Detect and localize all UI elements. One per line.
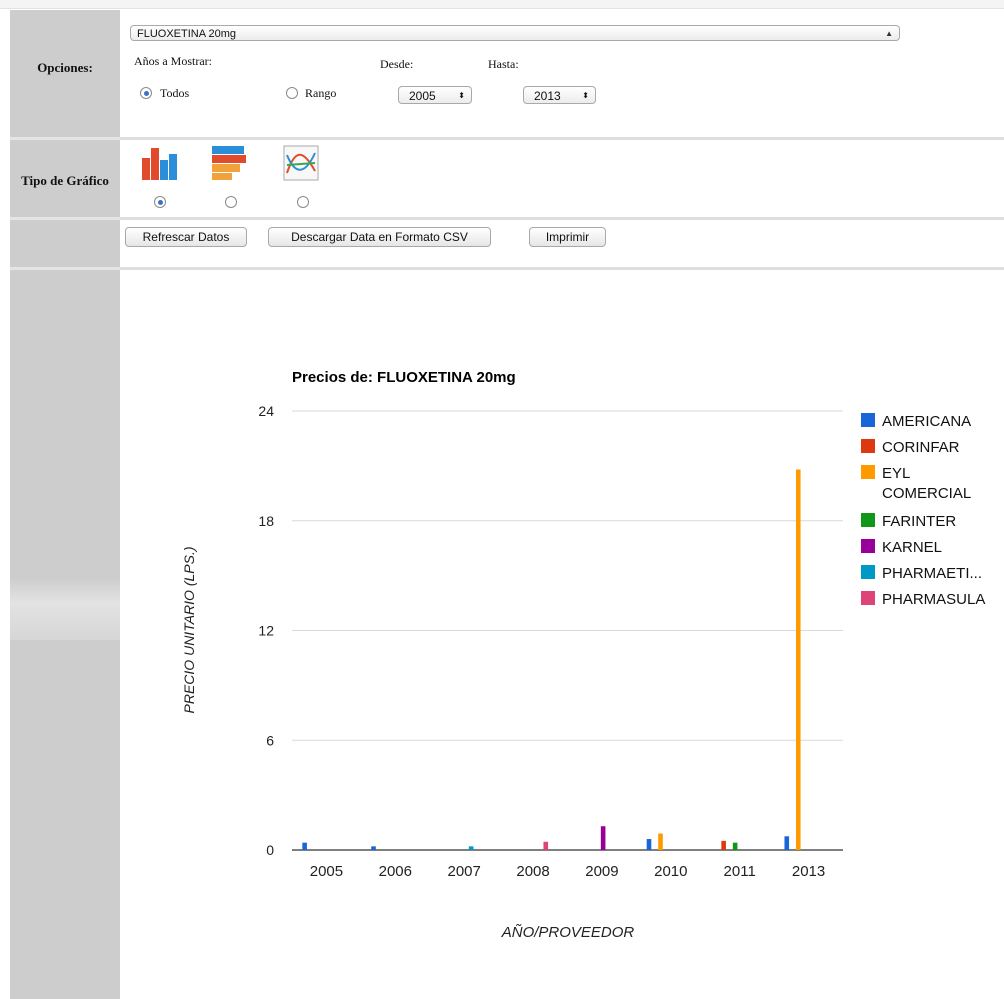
x-tick-label: 2011 — [724, 863, 756, 880]
legend-swatch — [861, 413, 875, 427]
bar — [732, 842, 738, 850]
legend-label: AMERICANA — [882, 413, 971, 430]
y-axis-ticks: 0 6 12 18 24 — [258, 403, 274, 858]
bar — [795, 469, 801, 850]
bar — [721, 840, 726, 850]
bar — [302, 842, 307, 850]
price-chart: Precios de: FLUOXETINA 20mg 0 6 12 18 24 200… — [181, 369, 985, 941]
y-tick-label: 6 — [266, 732, 274, 748]
x-axis-label: AÑO/PROVEEDOR — [501, 924, 635, 941]
legend-label: CORINFAR — [882, 439, 960, 456]
bar — [600, 826, 606, 850]
y-tick-label: 12 — [258, 623, 274, 639]
y-tick-label: 0 — [266, 842, 274, 858]
x-axis-ticks: 2005 2006 2007 2008 2009 2010 2011 2013 — [310, 863, 826, 880]
legend-label: PHARMAETI... — [882, 565, 982, 582]
x-tick-label: 2013 — [792, 863, 825, 880]
legend-label: FARINTER — [882, 513, 956, 530]
chart-bars — [302, 469, 801, 850]
chart-gridlines — [292, 410, 843, 851]
x-tick-label: 2006 — [379, 863, 412, 880]
x-tick-label: 2005 — [310, 863, 343, 880]
legend-label: PHARMASULA — [882, 591, 985, 608]
legend-swatch — [861, 513, 875, 527]
legend-swatch — [861, 539, 875, 553]
y-tick-label: 24 — [258, 403, 274, 419]
chart-title: Precios de: FLUOXETINA 20mg — [292, 369, 516, 386]
x-tick-label: 2009 — [585, 863, 618, 880]
bar — [784, 836, 790, 850]
y-axis-label: PRECIO UNITARIO (LPS.) — [181, 547, 197, 714]
bar — [371, 846, 376, 850]
legend-label: KARNEL — [882, 539, 942, 556]
bar — [646, 839, 652, 850]
x-tick-label: 2008 — [516, 863, 549, 880]
legend-swatch — [861, 565, 875, 579]
bar — [543, 841, 549, 850]
bar — [658, 833, 663, 850]
legend-label: EYL — [882, 465, 910, 482]
legend-swatch — [861, 591, 875, 605]
legend-swatch — [861, 439, 875, 453]
y-tick-label: 18 — [258, 513, 274, 529]
x-tick-label: 2007 — [448, 863, 481, 880]
bar — [468, 846, 474, 850]
legend-swatch — [861, 465, 875, 479]
chart-legend: AMERICANA CORINFAR EYL COMERCIAL FARINTER KAR… — [861, 413, 985, 608]
x-tick-label: 2010 — [654, 863, 687, 880]
legend-label: COMERCIAL — [882, 485, 971, 502]
